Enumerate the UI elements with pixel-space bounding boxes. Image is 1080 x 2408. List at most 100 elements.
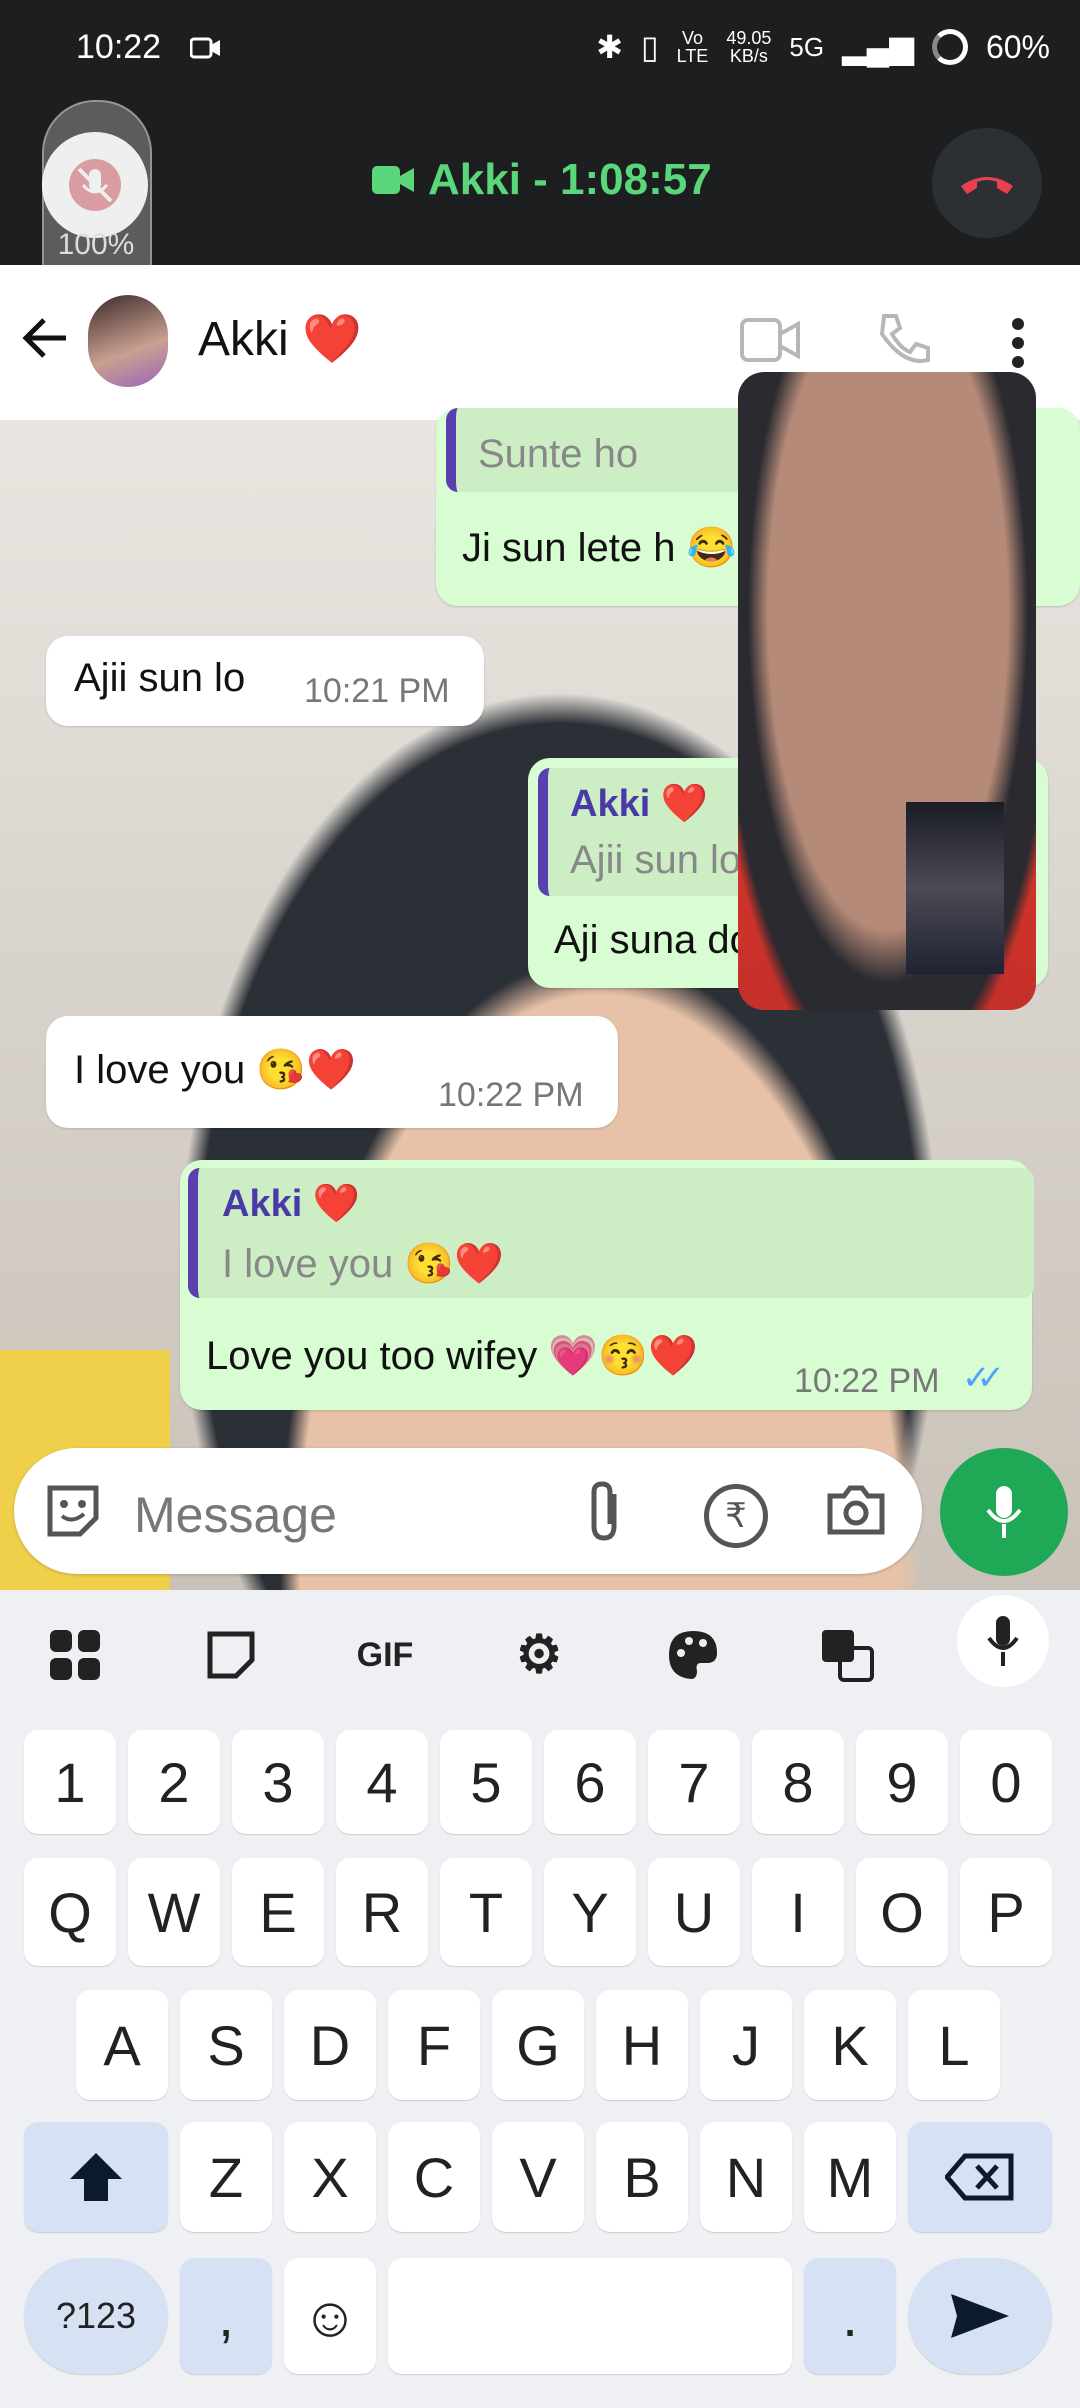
backspace-key[interactable]	[908, 2122, 1052, 2232]
key-s[interactable]: S	[180, 1990, 272, 2100]
read-receipt-icon: ✓✓	[962, 1359, 1005, 1397]
theme-palette-icon[interactable]	[658, 1620, 728, 1690]
screen-record-icon	[189, 36, 222, 65]
key-w[interactable]: W	[128, 1858, 220, 1966]
key-g[interactable]: G	[492, 1990, 584, 2100]
back-arrow-icon[interactable]	[18, 310, 74, 371]
payment-icon[interactable]: ₹	[704, 1484, 768, 1548]
key-b[interactable]: B	[596, 2122, 688, 2232]
key-7[interactable]: 7	[648, 1730, 740, 1834]
quoted-sender: Akki ❤️	[570, 783, 709, 825]
shift-key[interactable]	[24, 2122, 168, 2232]
network-label: 5G	[789, 31, 825, 62]
contact-name[interactable]: Akki ❤️	[198, 310, 362, 367]
key-3[interactable]: 3	[232, 1730, 324, 1834]
key-q[interactable]: Q	[24, 1858, 116, 1966]
video-call-header-icon[interactable]	[740, 318, 800, 367]
key-6[interactable]: 6	[544, 1730, 636, 1834]
volte-icon: Vo LTE	[676, 28, 709, 66]
self-video-preview[interactable]	[906, 802, 1004, 974]
symbols-key[interactable]: ?123	[24, 2258, 168, 2374]
comma-key[interactable]: ,	[180, 2258, 272, 2374]
sticker-keyboard-icon[interactable]	[196, 1620, 266, 1690]
key-4[interactable]: 4	[336, 1730, 428, 1834]
send-key[interactable]	[908, 2258, 1052, 2374]
hangup-icon	[961, 177, 1013, 194]
status-time: 10:22	[76, 28, 162, 66]
net-speed-value: 49.05	[726, 28, 772, 48]
call-title[interactable]: Akki - 1:08:57	[428, 155, 712, 205]
quoted-text: Ajii sun lo	[570, 838, 742, 882]
key-v[interactable]: V	[492, 2122, 584, 2232]
attach-icon[interactable]	[584, 1480, 628, 1549]
emoji-key[interactable]: ☺	[284, 2258, 376, 2374]
message-text: Ji sun lete h 😂	[462, 526, 737, 570]
key-c[interactable]: C	[388, 2122, 480, 2232]
key-h[interactable]: H	[596, 1990, 688, 2100]
message-text: Ajii sun lo	[74, 656, 246, 700]
key-8[interactable]: 8	[752, 1730, 844, 1834]
mic-off-icon	[69, 159, 121, 211]
key-n[interactable]: N	[700, 2122, 792, 2232]
key-o[interactable]: O	[856, 1858, 948, 1966]
message-text: Aji suna do	[554, 918, 752, 962]
settings-gear-icon[interactable]: ⚙	[504, 1620, 574, 1690]
translate-icon[interactable]	[812, 1620, 882, 1690]
voice-message-button[interactable]	[940, 1448, 1068, 1576]
message-input[interactable]: Message	[134, 1486, 337, 1544]
message-text: I love you 😘❤️	[74, 1048, 356, 1092]
key-a[interactable]: A	[76, 1990, 168, 2100]
key-r[interactable]: R	[336, 1858, 428, 1966]
quoted-text: Sunte ho	[478, 432, 639, 476]
status-icons: ✱ ▯ Vo LTE 49.05 KB/s 5G ▂▄▆ 60%	[596, 28, 1050, 66]
vibrate-icon: ▯	[641, 29, 659, 65]
quoted-sender: Akki ❤️	[222, 1183, 361, 1225]
key-l[interactable]: L	[908, 1990, 1000, 2100]
volume-percent: 100%	[57, 228, 135, 261]
key-d[interactable]: D	[284, 1990, 376, 2100]
key-k[interactable]: K	[804, 1990, 896, 2100]
message-text: Love you too wifey 💗😚❤️	[206, 1334, 698, 1378]
key-x[interactable]: X	[284, 2122, 376, 2232]
key-i[interactable]: I	[752, 1858, 844, 1966]
message-time: 10:22 PM	[438, 1076, 584, 1114]
mute-mic-button[interactable]	[42, 132, 148, 238]
send-icon	[951, 2294, 1009, 2338]
video-call-icon	[372, 164, 416, 201]
key-0[interactable]: 0	[960, 1730, 1052, 1834]
key-m[interactable]: M	[804, 2122, 896, 2232]
key-z[interactable]: Z	[180, 2122, 272, 2232]
voice-call-icon[interactable]	[874, 312, 930, 373]
gif-button[interactable]: GIF	[350, 1620, 420, 1690]
period-key[interactable]: .	[804, 2258, 896, 2374]
key-5[interactable]: 5	[440, 1730, 532, 1834]
quoted-text: I love you 😘❤️	[222, 1242, 504, 1286]
space-key[interactable]	[388, 2258, 792, 2374]
key-e[interactable]: E	[232, 1858, 324, 1966]
keyboard-mic-button[interactable]	[957, 1595, 1049, 1687]
key-u[interactable]: U	[648, 1858, 740, 1966]
net-speed-unit: KB/s	[729, 46, 768, 66]
backspace-icon	[945, 2153, 1014, 2201]
bluetooth-icon: ✱	[596, 29, 624, 65]
signal-icon: ▂▄▆	[842, 29, 914, 65]
avatar[interactable]	[88, 295, 168, 387]
mic-icon	[987, 1616, 1019, 1666]
key-9[interactable]: 9	[856, 1730, 948, 1834]
mic-icon	[986, 1486, 1022, 1538]
more-options-icon[interactable]	[1010, 318, 1026, 373]
camera-icon[interactable]	[826, 1484, 886, 1541]
key-t[interactable]: T	[440, 1858, 532, 1966]
shift-arrow-icon	[70, 2153, 122, 2201]
key-j[interactable]: J	[700, 1990, 792, 2100]
battery-ring-icon	[931, 29, 968, 65]
apps-grid-icon[interactable]	[40, 1620, 110, 1690]
key-p[interactable]: P	[960, 1858, 1052, 1966]
sticker-icon[interactable]	[44, 1482, 102, 1545]
end-call-button[interactable]	[932, 128, 1042, 238]
key-f[interactable]: F	[388, 1990, 480, 2100]
key-y[interactable]: Y	[544, 1858, 636, 1966]
message-time: 10:22 PM	[794, 1362, 940, 1400]
key-1[interactable]: 1	[24, 1730, 116, 1834]
key-2[interactable]: 2	[128, 1730, 220, 1834]
